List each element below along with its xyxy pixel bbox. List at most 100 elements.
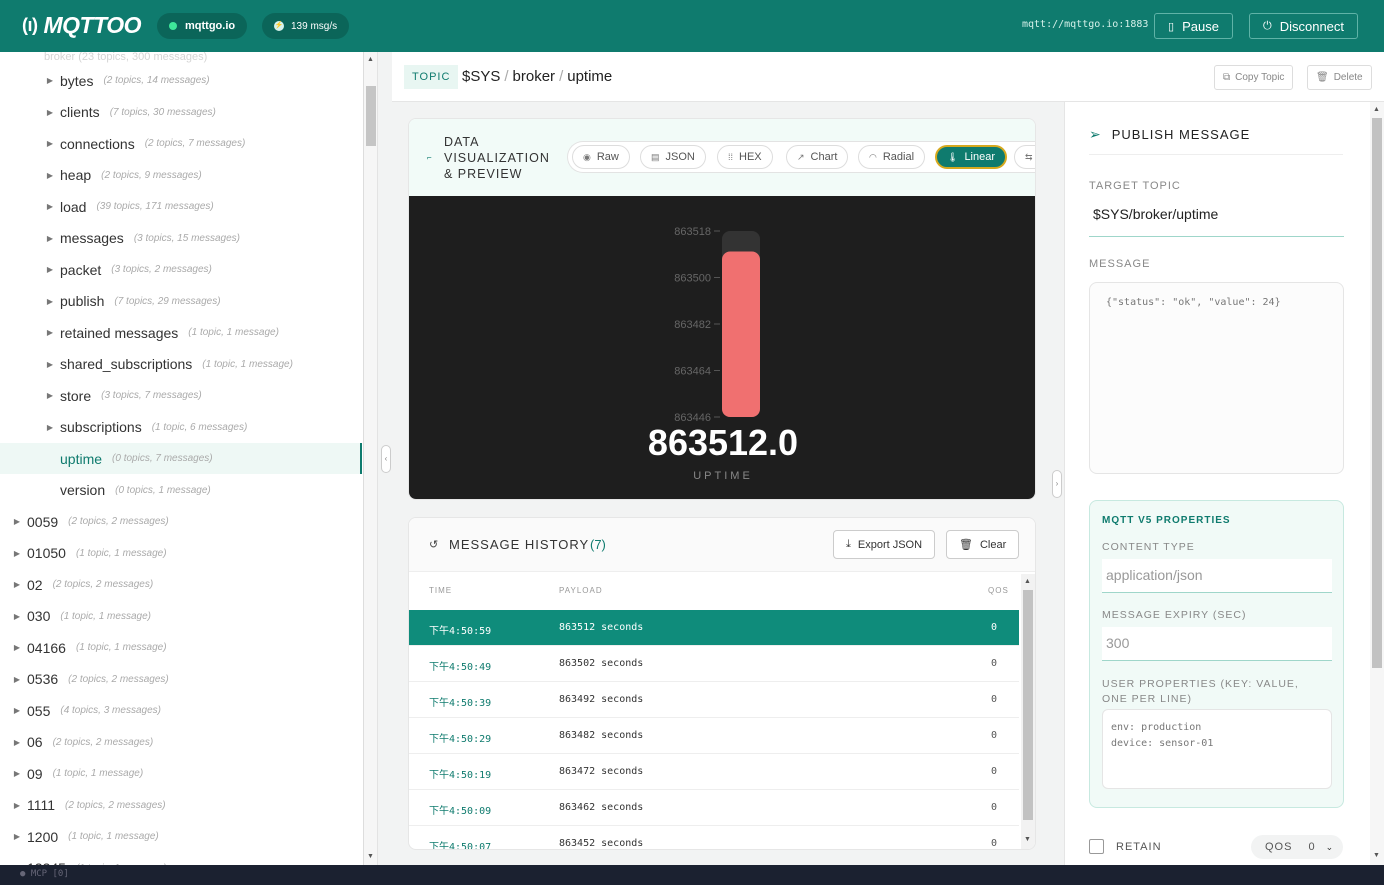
tree-item-030[interactable]: ▶ 030 (1 topic, 1 message)	[0, 601, 362, 632]
chevron-right-icon[interactable]: ▶	[11, 517, 23, 526]
scroll-down-icon[interactable]: ▼	[1024, 836, 1031, 843]
mode-more-button[interactable]: ⇆	[1014, 145, 1035, 169]
tree-item-06[interactable]: ▶ 06 (2 topics, 2 messages)	[0, 727, 362, 758]
scroll-down-icon[interactable]: ▼	[1373, 852, 1380, 859]
column-header-payload[interactable]: PAYLOAD	[559, 586, 603, 595]
chevron-right-icon[interactable]: ▶	[44, 171, 56, 180]
disconnect-button[interactable]: ⏻ Disconnect	[1249, 13, 1359, 39]
clear-history-button[interactable]: 🗑 Clear	[946, 530, 1020, 559]
mode-radial-button[interactable]: ◠ Radial	[858, 145, 926, 169]
history-row[interactable]: 下午4:50:09 863462 seconds 0	[409, 790, 1019, 826]
chevron-right-icon[interactable]: ▶	[11, 675, 23, 684]
tree-item-messages[interactable]: ▶ messages (3 topics, 15 messages)	[0, 223, 362, 254]
chevron-right-icon[interactable]: ▶	[44, 265, 56, 274]
chevron-right-icon[interactable]: ▶	[44, 76, 56, 85]
qos-select[interactable]: QOS 0 ⌄	[1251, 835, 1343, 859]
tree-item-shared-subscriptions[interactable]: ▶ shared_subscriptions (1 topic, 1 message…	[0, 349, 362, 380]
tree-item-packet[interactable]: ▶ packet (3 topics, 2 messages)	[0, 254, 362, 285]
sidebar-scroll-thumb[interactable]	[366, 86, 376, 146]
topic-tree[interactable]: broker (23 topics, 300 messages) ▶ bytes (2…	[0, 52, 364, 865]
chevron-right-icon[interactable]: ▶	[44, 108, 56, 117]
scroll-up-icon[interactable]: ▲	[1373, 106, 1380, 113]
tree-item-subscriptions[interactable]: ▶ subscriptions (1 topic, 6 messages)	[0, 412, 362, 443]
tree-item-connections[interactable]: ▶ connections (2 topics, 7 messages)	[0, 128, 362, 159]
tree-item-1111[interactable]: ▶ 1111 (2 topics, 2 messages)	[0, 790, 362, 821]
mode-raw-button[interactable]: ◉ Raw	[572, 145, 630, 169]
chevron-right-icon[interactable]: ▶	[44, 202, 56, 211]
tree-item-02[interactable]: ▶ 02 (2 topics, 2 messages)	[0, 569, 362, 600]
chevron-right-icon[interactable]: ▶	[11, 549, 23, 558]
chevron-right-icon[interactable]: ▶	[44, 234, 56, 243]
content-type-input[interactable]: application/json	[1102, 559, 1332, 593]
chevron-right-icon[interactable]: ▶	[44, 297, 56, 306]
tree-item-055[interactable]: ▶ 055 (4 topics, 3 messages)	[0, 695, 362, 726]
breadcrumb-segment[interactable]: $SYS	[462, 68, 500, 85]
connected-status-icon	[169, 22, 177, 30]
target-topic-input[interactable]: $SYS/broker/uptime	[1089, 206, 1344, 237]
tree-item-0059[interactable]: ▶ 0059 (2 topics, 2 messages)	[0, 506, 362, 537]
tree-item-12345[interactable]: ▶12345(1 topic, 1 message)	[0, 853, 362, 865]
tree-item-01050[interactable]: ▶ 01050 (1 topic, 1 message)	[0, 538, 362, 569]
tree-item-version[interactable]: version (0 topics, 1 message)	[0, 475, 362, 506]
breadcrumb-segment[interactable]: uptime	[567, 68, 612, 85]
tree-item-bytes[interactable]: ▶ bytes (2 topics, 14 messages)	[0, 65, 362, 96]
tree-item-publish[interactable]: ▶ publish (7 topics, 29 messages)	[0, 286, 362, 317]
tree-item-1200[interactable]: ▶ 1200 (1 topic, 1 message)	[0, 821, 362, 852]
chevron-right-icon[interactable]: ▶	[11, 769, 23, 778]
tree-item-uptime[interactable]: uptime (0 topics, 7 messages)	[0, 443, 362, 474]
scroll-down-icon[interactable]: ▼	[367, 853, 374, 860]
sidebar-scrollbar[interactable]: ▲ ▼	[364, 52, 378, 865]
expiry-input[interactable]: 300	[1102, 627, 1332, 661]
tree-item-store[interactable]: ▶ store (3 topics, 7 messages)	[0, 380, 362, 411]
delete-topic-button[interactable]: 🗑 Delete	[1307, 65, 1372, 90]
history-row[interactable]: 下午4:50:29 863482 seconds 0	[409, 718, 1019, 754]
mode-chart-button[interactable]: ↗ Chart	[786, 145, 849, 169]
chevron-right-icon[interactable]: ▶	[11, 580, 23, 589]
pause-button[interactable]: ▯ Pause	[1154, 13, 1233, 39]
tree-item-heap[interactable]: ▶ heap (2 topics, 9 messages)	[0, 160, 362, 191]
mode-linear-button[interactable]: 🌡 Linear	[935, 145, 1008, 169]
copy-topic-button[interactable]: ⧉ Copy Topic	[1214, 65, 1294, 90]
message-textarea[interactable]: {"status": "ok", "value": 24}	[1089, 282, 1344, 474]
export-json-button[interactable]: ⤓ Export JSON	[833, 530, 936, 559]
chevron-right-icon[interactable]: ▶	[44, 139, 56, 148]
tree-item-clients[interactable]: ▶ clients (7 topics, 30 messages)	[0, 97, 362, 128]
collapse-sidebar-handle[interactable]: ‹	[381, 445, 391, 473]
history-row[interactable]: 下午4:50:39 863492 seconds 0	[409, 682, 1019, 718]
tree-item-04166[interactable]: ▶ 04166 (1 topic, 1 message)	[0, 632, 362, 663]
column-header-qos[interactable]: QOS	[988, 586, 1009, 595]
tree-item-0536[interactable]: ▶ 0536 (2 topics, 2 messages)	[0, 664, 362, 695]
chevron-right-icon[interactable]: ▶	[11, 738, 23, 747]
chevron-right-icon[interactable]: ▶	[11, 643, 23, 652]
collapse-publish-handle[interactable]: ›	[1052, 470, 1062, 498]
scroll-up-icon[interactable]: ▲	[1024, 578, 1031, 585]
app-logo[interactable]: (ı) MQTTOO	[22, 12, 142, 39]
breadcrumb-segment[interactable]: broker	[513, 68, 556, 85]
chevron-right-icon[interactable]: ▶	[11, 706, 23, 715]
chevron-right-icon[interactable]: ▶	[11, 612, 23, 621]
history-scrollbar[interactable]: ▲ ▼	[1021, 574, 1035, 849]
publish-scrollbar[interactable]: ▲ ▼	[1370, 102, 1384, 865]
column-header-time[interactable]: TIME	[429, 586, 452, 595]
user-properties-textarea[interactable]: env: production device: sensor-01	[1102, 709, 1332, 789]
history-row[interactable]: 下午4:50:07 863452 seconds 0	[409, 826, 1019, 849]
tree-item-09[interactable]: ▶ 09 (1 topic, 1 message)	[0, 758, 362, 789]
chevron-right-icon[interactable]: ▶	[11, 832, 23, 841]
history-scroll-thumb[interactable]	[1023, 590, 1033, 820]
chevron-right-icon[interactable]: ▶	[44, 423, 56, 432]
publish-scroll-thumb[interactable]	[1372, 118, 1382, 668]
chevron-right-icon[interactable]: ▶	[44, 360, 56, 369]
mode-hex-button[interactable]: ⁞⁞ HEX	[717, 145, 773, 169]
history-row[interactable]: 下午4:50:49 863502 seconds 0	[409, 646, 1019, 682]
chevron-right-icon[interactable]: ▶	[11, 801, 23, 810]
chevron-right-icon[interactable]: ▶	[44, 391, 56, 400]
tree-item-retained-messages[interactable]: ▶ retained messages (1 topic, 1 message)	[0, 317, 362, 348]
checkbox-icon[interactable]	[1089, 839, 1104, 854]
scroll-up-icon[interactable]: ▲	[367, 56, 374, 63]
tree-item-load[interactable]: ▶ load (39 topics, 171 messages)	[0, 191, 362, 222]
history-row[interactable]: 下午4:50:59 863512 seconds 0	[409, 610, 1019, 646]
chevron-right-icon[interactable]: ▶	[44, 328, 56, 337]
mode-json-button[interactable]: ▤ JSON	[640, 145, 706, 169]
retain-checkbox[interactable]: RETAIN	[1089, 839, 1162, 854]
history-row[interactable]: 下午4:50:19 863472 seconds 0	[409, 754, 1019, 790]
